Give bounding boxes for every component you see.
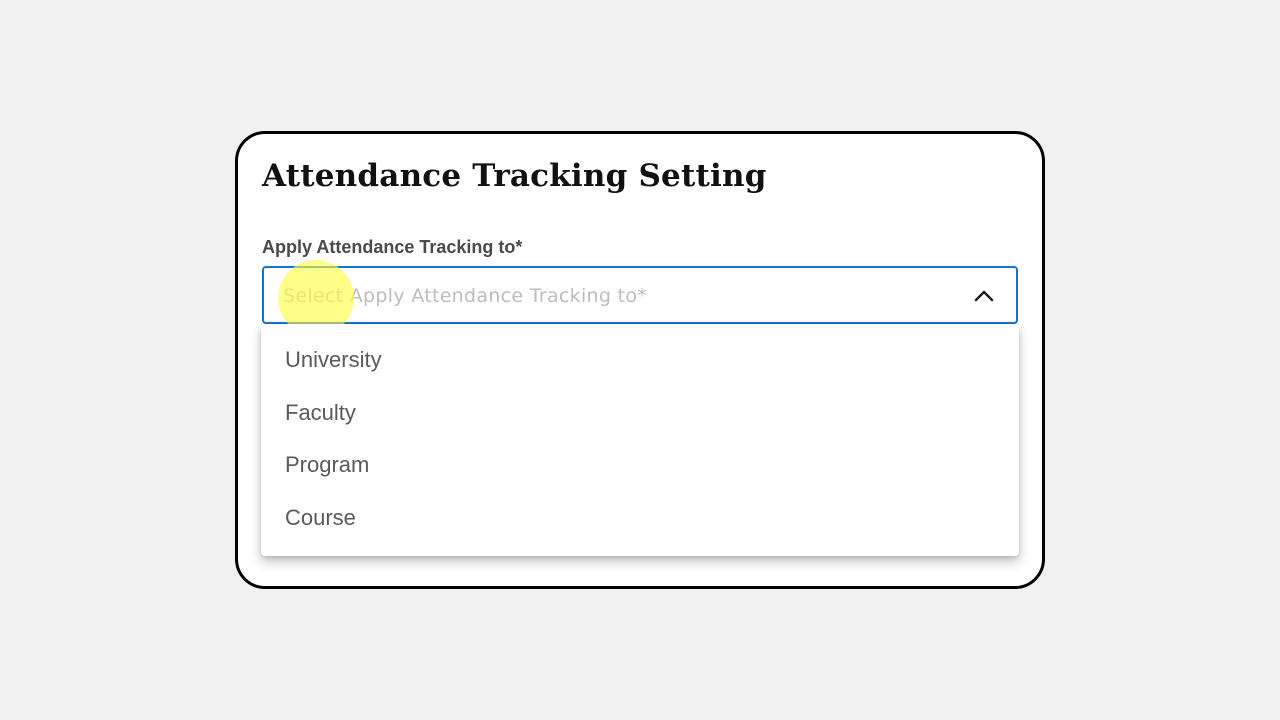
- field-label: Apply Attendance Tracking to*: [262, 237, 523, 257]
- option-faculty[interactable]: Faculty: [261, 387, 1019, 440]
- option-university[interactable]: University: [261, 334, 1019, 387]
- apply-attendance-select[interactable]: Select Apply Attendance Tracking to*: [262, 266, 1018, 324]
- settings-card: Attendance Tracking Setting Apply Attend…: [235, 131, 1045, 589]
- select-placeholder: Select Apply Attendance Tracking to*: [283, 285, 648, 307]
- card-title: Attendance Tracking Setting: [262, 158, 767, 194]
- option-program[interactable]: Program: [261, 439, 1019, 492]
- option-course[interactable]: Course: [261, 492, 1019, 545]
- dropdown-menu: University Faculty Program Course: [261, 324, 1019, 556]
- chevron-up-icon[interactable]: [972, 284, 996, 308]
